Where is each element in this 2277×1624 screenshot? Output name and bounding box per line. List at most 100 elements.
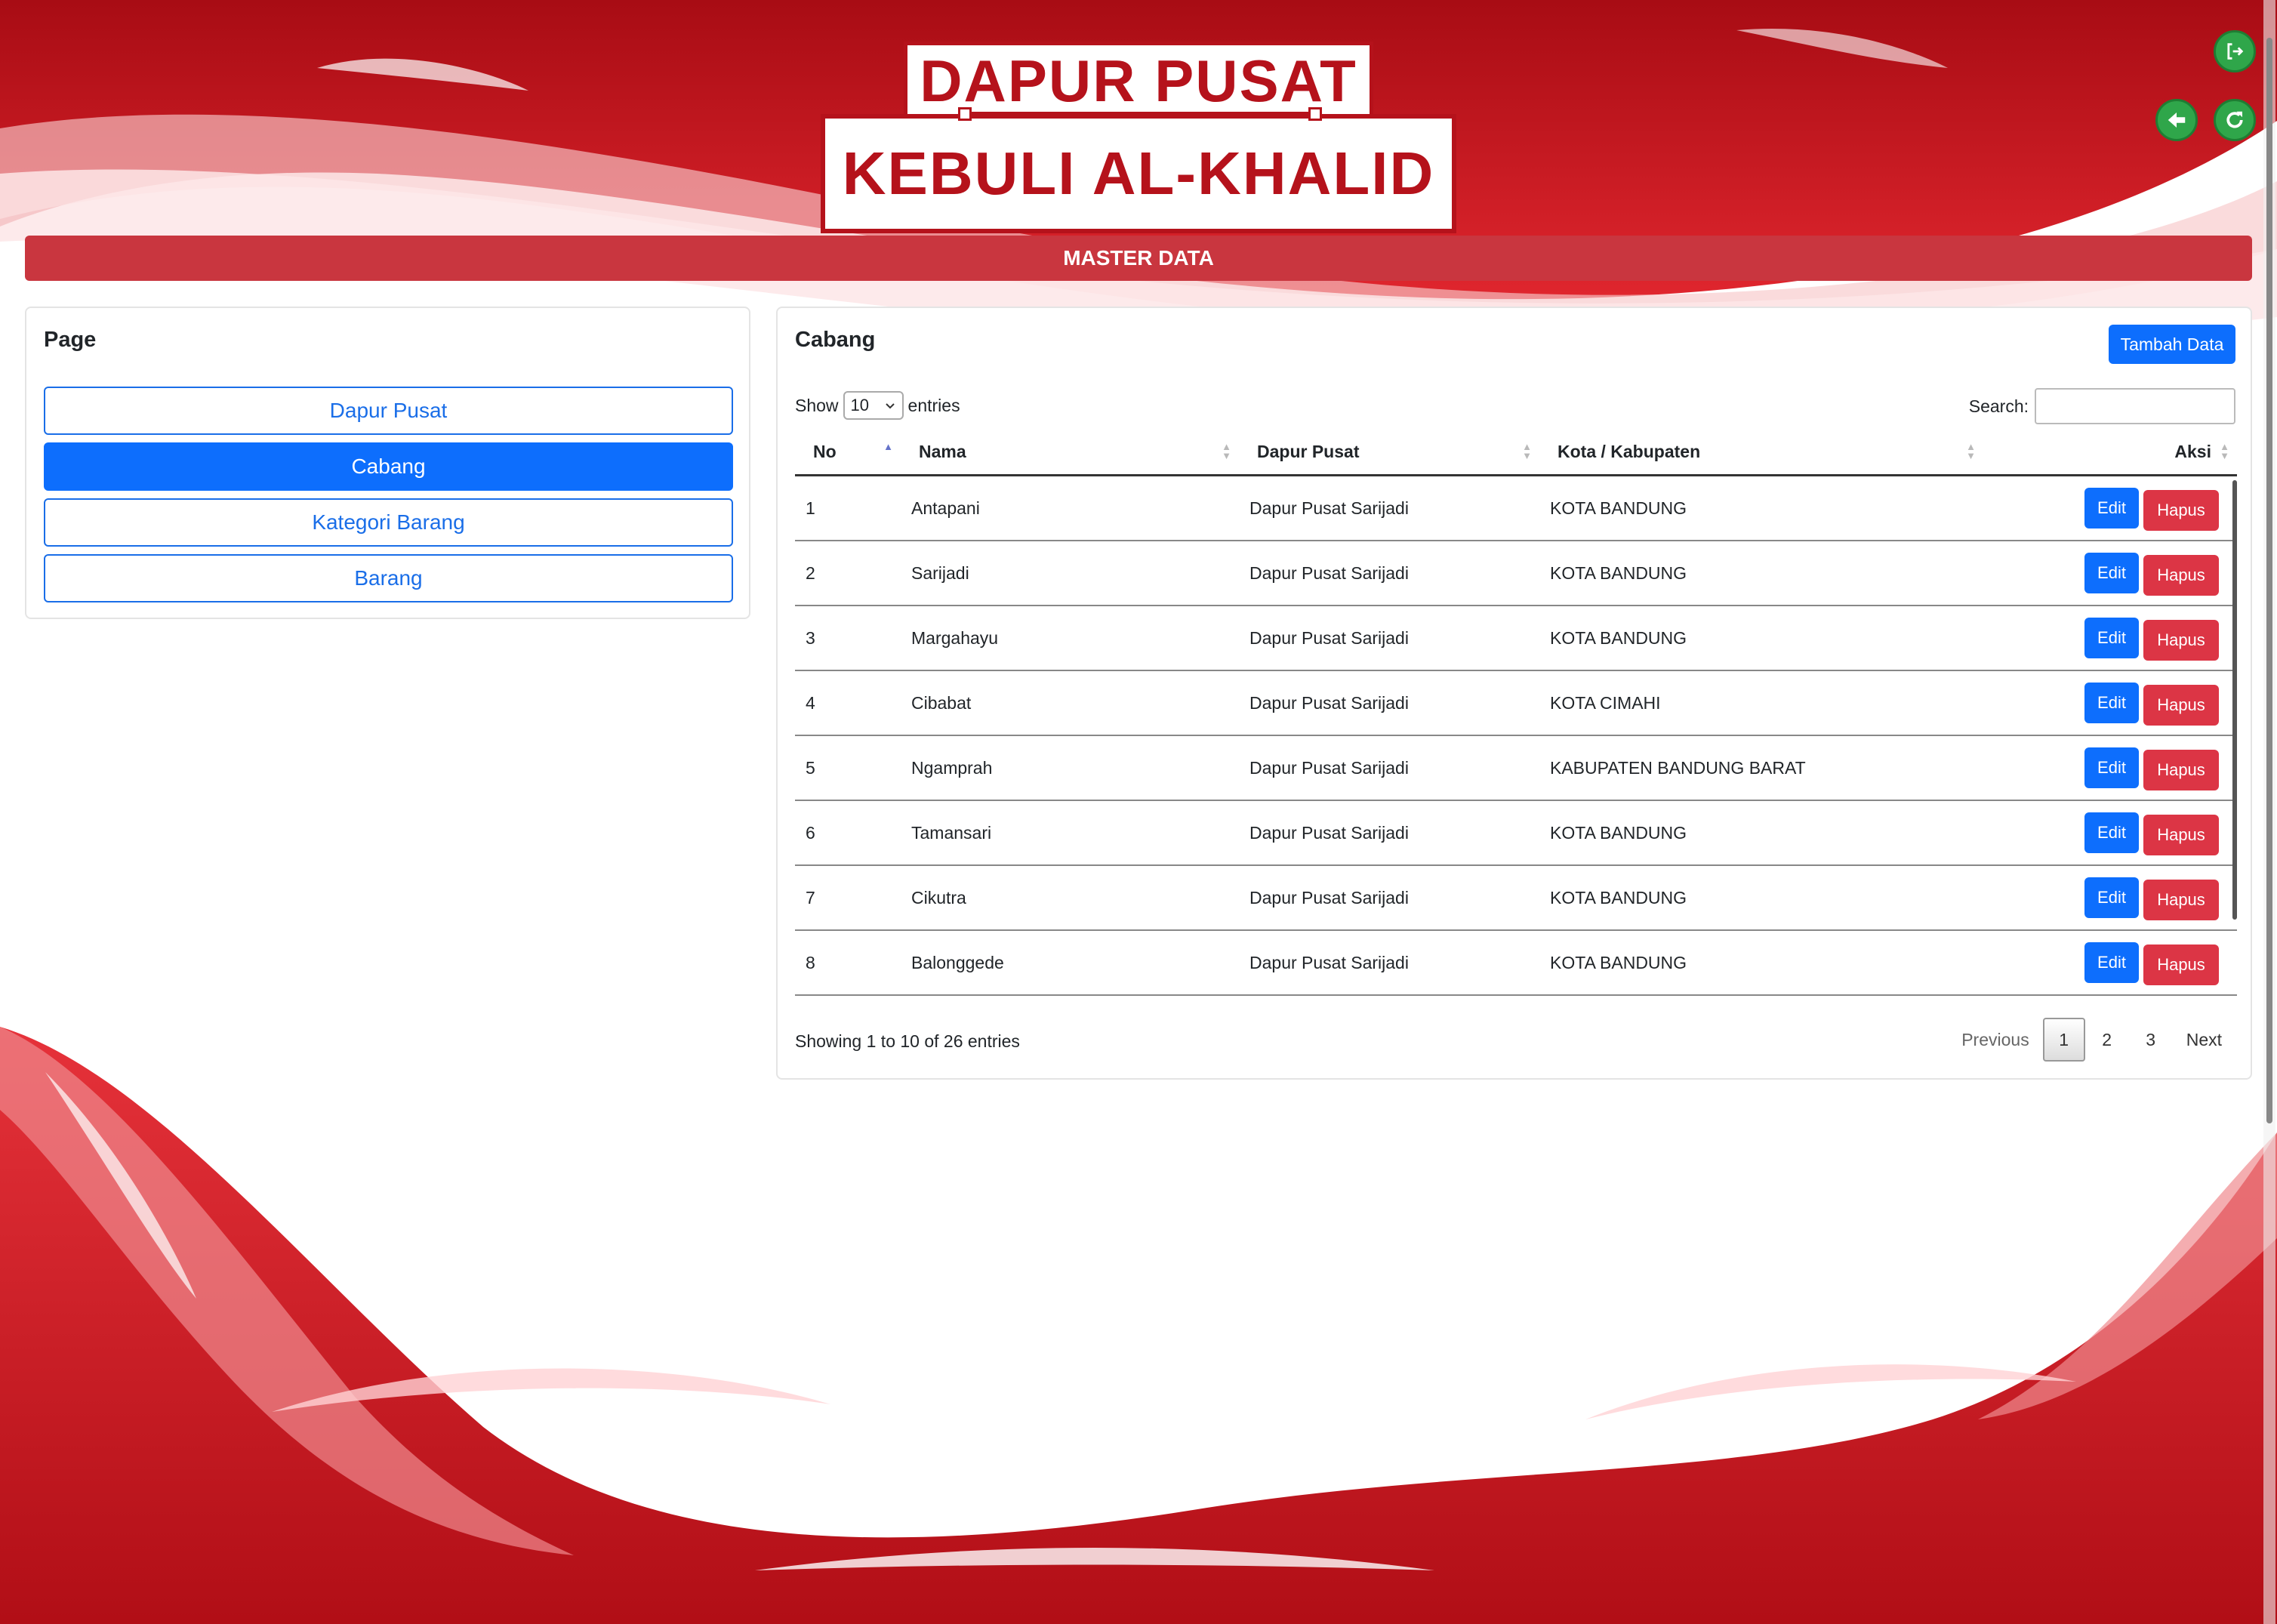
sidebar-item-kategori-barang[interactable]: Kategori Barang [44,498,733,547]
edit-button[interactable]: Edit [2084,683,2139,723]
column-header-dapur-pusat[interactable]: Dapur Pusat ▲ ▼ [1239,429,1539,476]
edit-button[interactable]: Edit [2084,488,2139,528]
cell-no: 7 [795,865,901,931]
delete-button[interactable]: Hapus [2143,490,2219,531]
logout-button[interactable] [2214,30,2256,72]
row-actions: Edit Hapus [1994,810,2226,855]
section-title-bar: MASTER DATA [25,236,2252,281]
cell-kota: KOTA BANDUNG [1539,541,1983,606]
cell-no: 3 [795,606,901,671]
column-header-aksi-label: Aksi [2174,441,2211,461]
back-button[interactable] [2155,99,2198,141]
row-actions: Edit Hapus [1994,550,2226,596]
column-header-nama-label: Nama [919,441,966,461]
pagination-page-2[interactable]: 2 [2085,1018,2129,1062]
delete-button[interactable]: Hapus [2143,945,2219,985]
delete-button[interactable]: Hapus [2143,750,2219,790]
cell-kota: KOTA BANDUNG [1539,865,1983,931]
edit-button[interactable]: Edit [2084,747,2139,788]
row-actions: Edit Hapus [1994,745,2226,790]
cell-dapur-pusat: Dapur Pusat Sarijadi [1239,735,1539,801]
content-card: Cabang Tambah Data Show 10 entries Searc… [776,307,2252,1080]
edit-button[interactable]: Edit [2084,553,2139,593]
sort-ascending-icon: ▲ [883,441,893,452]
row-actions: Edit Hapus [1994,875,2226,920]
cell-aksi: Edit Hapus [1983,800,2237,866]
cell-aksi: Edit Hapus [1983,735,2237,801]
cell-nama: Margahayu [901,606,1239,671]
cell-no: 5 [795,735,901,801]
section-title: MASTER DATA [1063,246,1214,270]
cell-nama: Antapani [901,475,1239,541]
table-row: 5 Ngamprah Dapur Pusat Sarijadi KABUPATEN B… [795,735,2237,801]
refresh-button[interactable] [2214,99,2256,141]
column-header-aksi[interactable]: Aksi ▲ ▼ [1983,429,2237,476]
cell-kota: KOTA BANDUNG [1539,930,1983,996]
row-actions: Edit Hapus [1994,485,2226,531]
table-row: 2 Sarijadi Dapur Pusat Sarijadi KOTA BANDUN… [795,541,2237,606]
sidebar-item-dapur-pusat[interactable]: Dapur Pusat [44,387,733,435]
sidebar-item-barang[interactable]: Barang [44,554,733,602]
column-header-no[interactable]: No ▲ [795,429,901,476]
page-scrollbar[interactable] [2263,0,2275,1624]
sidebar-card: Page Dapur Pusat Cabang Kategori Barang … [25,307,750,619]
delete-button[interactable]: Hapus [2143,555,2219,596]
cell-kota: KOTA BANDUNG [1539,475,1983,541]
edit-button[interactable]: Edit [2084,877,2139,918]
delete-button[interactable]: Hapus [2143,880,2219,920]
sidebar-item-cabang[interactable]: Cabang [44,442,733,491]
page-scrollbar-thumb[interactable] [2266,38,2272,1123]
pagination-page-1[interactable]: 1 [2042,1018,2085,1062]
cell-dapur-pusat: Dapur Pusat Sarijadi [1239,865,1539,931]
cell-no: 2 [795,541,901,606]
cell-kota: KOTA CIMAHI [1539,670,1983,736]
refresh-icon [2226,111,2243,128]
logout-icon [2227,43,2244,60]
column-header-no-label: No [813,441,837,461]
table-row: 6 Tamansari Dapur Pusat Sarijadi KOTA BANDU… [795,800,2237,866]
edit-button[interactable]: Edit [2084,812,2139,853]
edit-button[interactable]: Edit [2084,618,2139,658]
brand-line-1: DAPUR PUSAT [904,42,1373,117]
pagination-next[interactable]: Next [2173,1018,2235,1062]
cell-dapur-pusat: Dapur Pusat Sarijadi [1239,606,1539,671]
brand-logo: DAPUR PUSAT KEBULI AL-KHALID [821,42,1456,233]
cell-no: 8 [795,930,901,996]
table-scroll-area[interactable]: No ▲ Nama ▲▼ Dapur Pusat ▲▼ Kota / Kab [778,308,2252,1015]
delete-button[interactable]: Hapus [2143,815,2219,855]
cell-nama: Balonggede [901,930,1239,996]
cell-dapur-pusat: Dapur Pusat Sarijadi [1239,800,1539,866]
sort-icon: ▲ ▼ [2220,441,2229,461]
sidebar-title: Page [44,328,97,352]
cell-aksi: Edit Hapus [1983,475,2237,541]
cell-dapur-pusat: Dapur Pusat Sarijadi [1239,541,1539,606]
cell-dapur-pusat: Dapur Pusat Sarijadi [1239,475,1539,541]
branches-table: No ▲ Nama ▲▼ Dapur Pusat ▲▼ Kota / Kab [795,429,2237,996]
column-header-kota[interactable]: Kota / Kabupaten ▲ ▼ [1539,429,1983,476]
row-actions: Edit Hapus [1994,615,2226,661]
cell-kota: KOTA BANDUNG [1539,800,1983,866]
pagination-page-3[interactable]: 3 [2129,1018,2173,1062]
table-row: 8 Balonggede Dapur Pusat Sarijadi KOTA BAND… [795,930,2237,996]
cell-aksi: Edit Hapus [1983,865,2237,931]
table-row: 7 Cikutra Dapur Pusat Sarijadi KOTA BANDUNG… [795,865,2237,931]
sort-icon: ▲ ▼ [1522,441,1532,461]
table-scrollbar[interactable] [2232,480,2237,920]
table-info: Showing 1 to 10 of 26 entries [795,1031,1020,1051]
cell-no: 4 [795,670,901,736]
cell-nama: Cikutra [901,865,1239,931]
row-actions: Edit Hapus [1994,940,2226,985]
cell-dapur-pusat: Dapur Pusat Sarijadi [1239,930,1539,996]
brand-divider [958,107,1322,121]
table-row: 3 Margahayu Dapur Pusat Sarijadi KOTA BANDU… [795,606,2237,671]
cell-nama: Sarijadi [901,541,1239,606]
sort-icon: ▲ ▼ [1966,441,1976,461]
delete-button[interactable]: Hapus [2143,685,2219,726]
delete-button[interactable]: Hapus [2143,620,2219,661]
edit-button[interactable]: Edit [2084,942,2139,983]
column-header-nama[interactable]: Nama ▲ ▼ [901,429,1239,476]
column-header-kota-label: Kota / Kabupaten [1558,441,1701,461]
pagination-previous[interactable]: Previous [1948,1018,2042,1062]
table-row: 1 Antapani Dapur Pusat Sarijadi KOTA BANDUN… [795,475,2237,541]
cell-aksi: Edit Hapus [1983,930,2237,996]
